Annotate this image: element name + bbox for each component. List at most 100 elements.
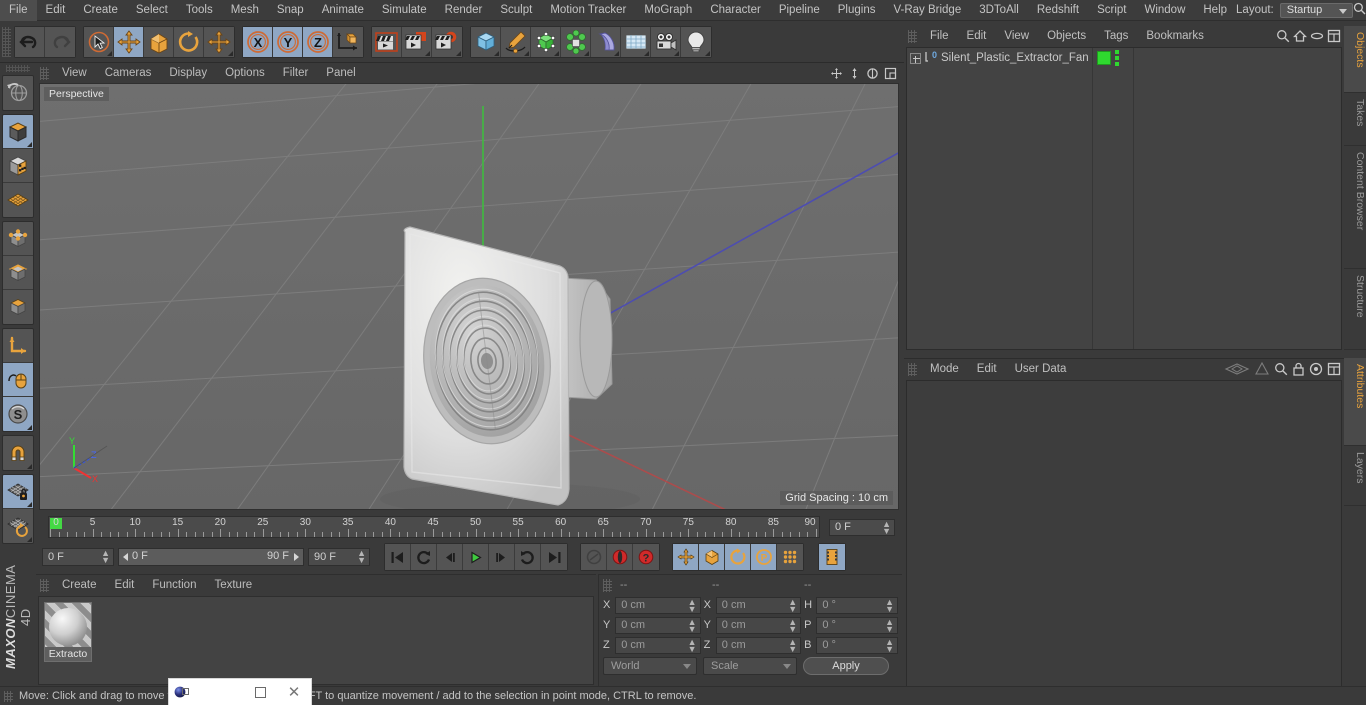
position-x-input[interactable]: 0 cm ▲ ▼ bbox=[615, 596, 701, 614]
material-menu-item-function[interactable]: Function bbox=[143, 575, 205, 595]
restore-window-button[interactable] bbox=[243, 679, 277, 705]
attribute-menu-item-user-data[interactable]: User Data bbox=[1006, 359, 1076, 380]
left-toolbar-grip[interactable] bbox=[6, 65, 30, 72]
points-mode-button[interactable] bbox=[3, 222, 33, 256]
rotation-key-button[interactable] bbox=[725, 544, 751, 570]
material-manager-grip[interactable] bbox=[40, 578, 49, 592]
right-tab-takes[interactable]: Takes bbox=[1344, 93, 1366, 146]
size-y-input[interactable]: 0 cm ▲ ▼ bbox=[715, 616, 802, 634]
undo-button[interactable] bbox=[15, 26, 45, 57]
search-icon[interactable] bbox=[1276, 29, 1290, 46]
material-tag-icon[interactable] bbox=[1097, 51, 1111, 65]
timeline-toggle-button[interactable] bbox=[819, 544, 845, 570]
undo-view-button[interactable] bbox=[3, 76, 33, 110]
search-icon[interactable] bbox=[1353, 2, 1366, 18]
point-level-anim-button[interactable] bbox=[777, 544, 803, 570]
menu-item-edit[interactable]: Edit bbox=[37, 0, 75, 21]
rotate-tool[interactable] bbox=[174, 26, 204, 57]
render-view-button[interactable] bbox=[372, 26, 402, 57]
transport-current-frame-field[interactable]: 0 F ▲ ▼ bbox=[42, 548, 114, 566]
object-menu-item-tags[interactable]: Tags bbox=[1095, 26, 1137, 47]
right-tab-objects[interactable]: Objects bbox=[1344, 26, 1366, 93]
coordinates-grip[interactable] bbox=[603, 578, 612, 592]
record-active-objects-button[interactable] bbox=[607, 544, 633, 570]
menu-item-script[interactable]: Script bbox=[1088, 0, 1135, 21]
menu-item-tools[interactable]: Tools bbox=[177, 0, 222, 21]
material-swatch[interactable]: Extracto bbox=[44, 602, 92, 662]
attribute-menu-item-edit[interactable]: Edit bbox=[968, 359, 1006, 380]
viewport-menu-item-cameras[interactable]: Cameras bbox=[96, 63, 161, 83]
lock-icon[interactable] bbox=[1292, 362, 1305, 379]
add-nurbs-generator[interactable] bbox=[531, 26, 561, 57]
position-z-input[interactable]: 0 cm ▲ ▼ bbox=[615, 636, 701, 654]
menu-item-simulate[interactable]: Simulate bbox=[373, 0, 436, 21]
transport-end-frame-field[interactable]: 90 F ▲ ▼ bbox=[308, 548, 370, 566]
target-icon[interactable] bbox=[1309, 362, 1323, 379]
attribute-menu-item-mode[interactable]: Mode bbox=[921, 359, 968, 380]
menu-item-3dtoall[interactable]: 3DToAll bbox=[970, 0, 1028, 21]
add-camera[interactable] bbox=[651, 26, 681, 57]
menu-item-file[interactable]: File bbox=[0, 0, 37, 21]
next-key-button[interactable] bbox=[515, 544, 541, 570]
menu-item-motion-tracker[interactable]: Motion Tracker bbox=[541, 0, 635, 21]
material-menu-item-edit[interactable]: Edit bbox=[106, 575, 144, 595]
apply-button[interactable]: Apply bbox=[803, 657, 889, 675]
expand-toggle-icon[interactable] bbox=[910, 52, 921, 64]
object-menu-item-bookmarks[interactable]: Bookmarks bbox=[1137, 26, 1213, 47]
right-tab-structure[interactable]: Structure bbox=[1344, 269, 1366, 350]
material-manager-body[interactable]: Extracto bbox=[38, 596, 594, 685]
step-back-button[interactable] bbox=[437, 544, 463, 570]
go-to-end-button[interactable] bbox=[541, 544, 567, 570]
menu-item-character[interactable]: Character bbox=[701, 0, 770, 21]
redo-button[interactable] bbox=[45, 26, 75, 57]
tag-dots-icon[interactable] bbox=[1115, 50, 1119, 66]
lock-x-axis[interactable]: X bbox=[243, 26, 273, 57]
render-settings-button[interactable] bbox=[432, 26, 462, 57]
right-tab-content-browser[interactable]: Content Browser bbox=[1344, 146, 1366, 269]
magnet-tool-button[interactable] bbox=[3, 436, 33, 470]
lock-workplane-button[interactable] bbox=[3, 475, 33, 509]
rotation-h-input[interactable]: 0 ° ▲ ▼ bbox=[816, 596, 898, 614]
attribute-manager-body[interactable] bbox=[906, 380, 1342, 703]
toolbar-grip[interactable] bbox=[2, 26, 11, 57]
move-tool[interactable] bbox=[114, 26, 144, 57]
zoom-view-icon[interactable] bbox=[846, 65, 862, 81]
polygons-mode-button[interactable] bbox=[3, 290, 33, 324]
transform-mode-select[interactable]: Scale bbox=[703, 657, 797, 675]
status-bar-grip[interactable] bbox=[4, 690, 13, 702]
timeline-current-frame-field[interactable]: 0 F ▲ ▼ bbox=[829, 518, 895, 536]
stepper-icon[interactable]: ▲ ▼ bbox=[788, 597, 797, 613]
stepper-icon[interactable]: ▲ ▼ bbox=[885, 617, 894, 633]
viewport-grip[interactable] bbox=[40, 66, 49, 80]
menu-item-sculpt[interactable]: Sculpt bbox=[491, 0, 541, 21]
add-primitive-cube[interactable] bbox=[471, 26, 501, 57]
play-button[interactable] bbox=[463, 544, 489, 570]
record-question-button[interactable]: ? bbox=[633, 544, 659, 570]
stepper-icon[interactable]: ▲ ▼ bbox=[788, 637, 797, 653]
material-menu-item-create[interactable]: Create bbox=[53, 575, 106, 595]
add-floor-environment[interactable] bbox=[621, 26, 651, 57]
add-light[interactable] bbox=[681, 26, 711, 57]
viewport-menu-item-filter[interactable]: Filter bbox=[274, 63, 318, 83]
close-window-button[interactable]: ✕ bbox=[277, 679, 311, 705]
stepper-icon[interactable]: ▲ ▼ bbox=[885, 597, 894, 613]
dynamic-place-tool[interactable] bbox=[204, 26, 234, 57]
object-tree-row[interactable]: 0 Silent_Plastic_Extractor_Fan bbox=[907, 49, 1341, 67]
previous-key-button[interactable] bbox=[411, 544, 437, 570]
stepper-icon[interactable]: ▲ ▼ bbox=[788, 617, 797, 633]
object-menu-item-view[interactable]: View bbox=[995, 26, 1038, 47]
viewport-solo-button[interactable] bbox=[3, 363, 33, 397]
model-mode-button[interactable] bbox=[3, 149, 33, 183]
viewport-menu-item-view[interactable]: View bbox=[53, 63, 96, 83]
menu-item-animate[interactable]: Animate bbox=[313, 0, 373, 21]
ellipse-icon[interactable] bbox=[1310, 29, 1324, 46]
menu-item-redshift[interactable]: Redshift bbox=[1028, 0, 1088, 21]
object-menu-item-objects[interactable]: Objects bbox=[1038, 26, 1095, 47]
object-menu-item-edit[interactable]: Edit bbox=[958, 26, 996, 47]
layout-select[interactable]: Startup bbox=[1279, 2, 1353, 18]
spline-right-icon[interactable] bbox=[1254, 361, 1270, 379]
size-z-input[interactable]: 0 cm ▲ ▼ bbox=[715, 636, 802, 654]
menu-item-mograph[interactable]: MoGraph bbox=[635, 0, 701, 21]
stepper-icon[interactable]: ▲ ▼ bbox=[688, 617, 697, 633]
add-bend-deformer[interactable] bbox=[591, 26, 621, 57]
